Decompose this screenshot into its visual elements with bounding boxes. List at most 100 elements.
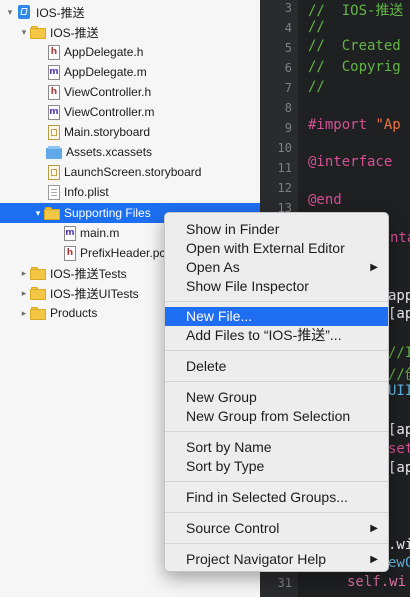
menu-separator bbox=[165, 512, 388, 513]
storyboard-icon bbox=[48, 124, 60, 140]
storyboard-icon bbox=[48, 164, 60, 180]
menu-item-label: New Group bbox=[186, 389, 257, 405]
header-file-icon: h bbox=[64, 245, 76, 261]
nav-item-group-ios[interactable]: ▾ IOS-推送 bbox=[0, 22, 260, 42]
menu-item-new-group-from-selection[interactable]: New Group from Selection bbox=[165, 407, 388, 426]
code-fragment: nta bbox=[390, 230, 410, 246]
menu-separator bbox=[165, 381, 388, 382]
header-file-icon: h bbox=[48, 44, 60, 60]
code-fragment: app bbox=[388, 288, 410, 304]
menu-item-show-in-finder[interactable]: Show in Finder bbox=[165, 220, 388, 239]
nav-item-label: Supporting Files bbox=[64, 206, 151, 220]
folder-icon bbox=[44, 206, 60, 220]
disclosure-open-icon[interactable]: ▾ bbox=[4, 2, 16, 22]
nav-item-label: LaunchScreen.storyboard bbox=[64, 165, 202, 179]
code-comment: // IOS-推送 bbox=[308, 3, 404, 19]
disclosure-open-icon[interactable]: ▾ bbox=[32, 203, 44, 223]
code-fragment: [ap bbox=[388, 306, 410, 322]
nav-item-label: Products bbox=[50, 306, 98, 320]
nav-item-label: Main.storyboard bbox=[64, 125, 151, 139]
code-comment: // Copyrig bbox=[308, 59, 401, 75]
disclosure-closed-icon[interactable]: ▸ bbox=[18, 303, 30, 323]
code-fragment: UII bbox=[388, 383, 410, 399]
implementation-file-icon: m bbox=[48, 104, 60, 120]
nav-item-project[interactable]: ▾ IOS-推送 bbox=[0, 2, 260, 22]
asset-catalog-icon bbox=[46, 145, 62, 159]
menu-item-delete[interactable]: Delete bbox=[165, 357, 388, 376]
submenu-arrow-icon: ▶ bbox=[370, 262, 378, 273]
line-number: 10 bbox=[277, 141, 292, 155]
nav-item-label: AppDelegate.m bbox=[64, 65, 147, 79]
nav-item-file[interactable]: m AppDelegate.m bbox=[0, 62, 260, 82]
nav-item-file[interactable]: Info.plist bbox=[0, 182, 260, 202]
menu-item-label: New File... bbox=[186, 308, 253, 324]
nav-item-file[interactable]: Assets.xcassets bbox=[0, 142, 260, 162]
line-number: 12 bbox=[277, 181, 292, 195]
menu-item-add-files[interactable]: Add Files to “IOS-推送”... bbox=[165, 326, 388, 345]
code-fragment: ewC bbox=[388, 555, 410, 571]
menu-item-sort-by-type[interactable]: Sort by Type bbox=[165, 457, 388, 476]
submenu-arrow-icon: ▶ bbox=[370, 523, 378, 534]
menu-item-new-file[interactable]: New File... bbox=[165, 307, 388, 326]
folder-icon bbox=[30, 266, 46, 280]
menu-item-label: Find in Selected Groups... bbox=[186, 489, 348, 505]
menu-separator bbox=[165, 350, 388, 351]
menu-item-project-navigator-help[interactable]: Project Navigator Help ▶ bbox=[165, 550, 388, 569]
nav-item-file[interactable]: h AppDelegate.h bbox=[0, 42, 260, 62]
import-keyword: #import bbox=[308, 117, 368, 133]
disclosure-open-icon[interactable]: ▾ bbox=[18, 22, 30, 42]
menu-item-find-in-selected-groups[interactable]: Find in Selected Groups... bbox=[165, 488, 388, 507]
code-comment: //创 bbox=[388, 367, 410, 383]
nav-item-file[interactable]: m ViewController.m bbox=[0, 102, 260, 122]
nav-item-label: ViewController.h bbox=[64, 85, 152, 99]
menu-item-open-as[interactable]: Open As ▶ bbox=[165, 258, 388, 277]
folder-icon bbox=[30, 25, 46, 39]
menu-item-label: Add Files to “IOS-推送”... bbox=[186, 327, 342, 343]
menu-separator bbox=[165, 431, 388, 432]
folder-icon bbox=[30, 286, 46, 300]
menu-item-label: Open with External Editor bbox=[186, 240, 345, 256]
nav-item-label: PrefixHeader.pch bbox=[80, 246, 173, 260]
folder-icon bbox=[30, 306, 46, 320]
code-fragment: [ap bbox=[388, 460, 410, 476]
nav-item-label: main.m bbox=[80, 226, 120, 240]
interface-keyword: @interface bbox=[308, 154, 393, 170]
menu-item-sort-by-name[interactable]: Sort by Name bbox=[165, 438, 388, 457]
nav-item-file[interactable]: LaunchScreen.storyboard bbox=[0, 162, 260, 182]
end-keyword: @end bbox=[308, 192, 342, 208]
line-number: 8 bbox=[284, 101, 292, 115]
submenu-arrow-icon: ▶ bbox=[370, 554, 378, 565]
disclosure-closed-icon[interactable]: ▸ bbox=[18, 263, 30, 283]
menu-item-show-file-inspector[interactable]: Show File Inspector bbox=[165, 277, 388, 296]
nav-item-label: AppDelegate.h bbox=[64, 45, 144, 59]
plist-icon bbox=[48, 184, 60, 200]
line-number: 31 bbox=[277, 576, 292, 590]
nav-item-label: IOS-推送Tests bbox=[50, 266, 127, 281]
menu-item-label: Source Control bbox=[186, 520, 280, 536]
code-fragment: set bbox=[388, 441, 410, 457]
nav-item-label: Assets.xcassets bbox=[66, 145, 153, 159]
code-comment: // bbox=[308, 79, 325, 95]
nav-item-file[interactable]: Main.storyboard bbox=[0, 122, 260, 142]
menu-item-label: New Group from Selection bbox=[186, 408, 351, 424]
code-fragment: self.wi bbox=[347, 574, 407, 590]
disclosure-closed-icon[interactable]: ▸ bbox=[18, 283, 30, 303]
menu-separator bbox=[165, 301, 388, 302]
line-number: 7 bbox=[284, 81, 292, 95]
menu-item-label: Open As bbox=[186, 259, 240, 275]
menu-item-open-with-external-editor[interactable]: Open with External Editor bbox=[165, 239, 388, 258]
menu-item-label: Project Navigator Help bbox=[186, 551, 327, 567]
implementation-file-icon: m bbox=[64, 225, 76, 241]
nav-item-label: IOS-推送 bbox=[50, 25, 99, 40]
menu-separator bbox=[165, 481, 388, 482]
nav-item-label: IOS-推送 bbox=[36, 5, 85, 20]
menu-item-source-control[interactable]: Source Control ▶ bbox=[165, 519, 388, 538]
menu-item-new-group[interactable]: New Group bbox=[165, 388, 388, 407]
import-string: "Ap bbox=[367, 117, 401, 133]
implementation-file-icon: m bbox=[48, 64, 60, 80]
menu-item-label: Show in Finder bbox=[186, 221, 280, 237]
line-number: 6 bbox=[284, 61, 292, 75]
nav-item-label: IOS-推送UITests bbox=[50, 286, 139, 301]
nav-item-file[interactable]: h ViewController.h bbox=[0, 82, 260, 102]
menu-item-label: Delete bbox=[186, 358, 227, 374]
